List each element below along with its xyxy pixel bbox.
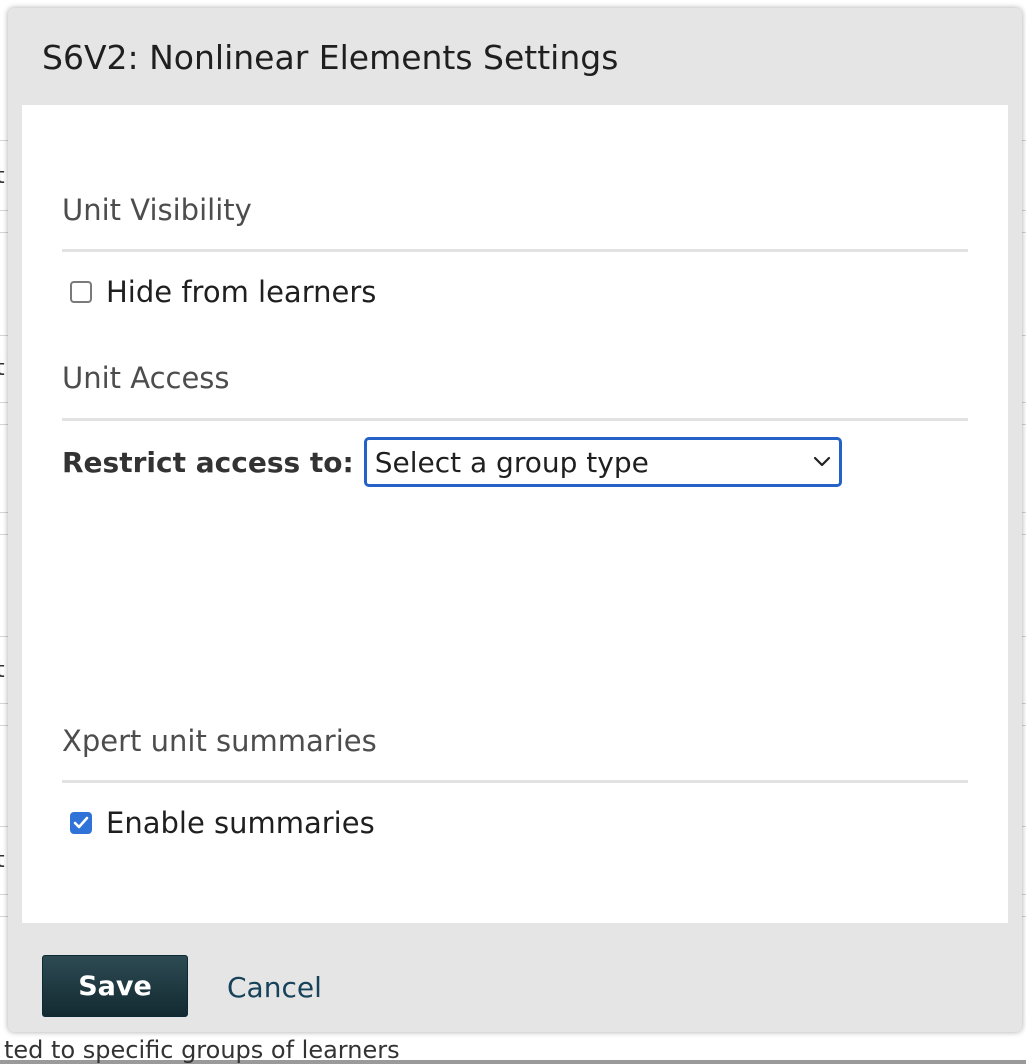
section-heading-visibility: Unit Visibility [62, 193, 252, 227]
background-row-text: t [0, 658, 5, 683]
dialog-title: S6V2: Nonlinear Elements Settings [42, 38, 619, 77]
chevron-down-icon [813, 453, 831, 472]
group-type-select-value: Select a group type [374, 445, 649, 479]
group-type-select[interactable]: Select a group type [363, 437, 842, 487]
dialog-body: Unit Visibility Hide from learners Unit … [22, 105, 1008, 923]
background-row-text: t [0, 848, 5, 873]
restrict-access-row: Restrict access to: Select a group type [62, 437, 842, 487]
section-heading-summaries: Xpert unit summaries [62, 724, 377, 758]
section-divider [62, 780, 968, 783]
hide-from-learners-label: Hide from learners [106, 275, 377, 309]
enable-summaries-checkbox[interactable] [70, 812, 92, 834]
dialog-footer: Save Cancel [8, 923, 1022, 1032]
section-divider [62, 249, 968, 252]
save-button[interactable]: Save [42, 955, 188, 1017]
hide-from-learners-checkbox[interactable] [70, 281, 92, 303]
enable-summaries-label: Enable summaries [106, 806, 375, 840]
settings-dialog: S6V2: Nonlinear Elements Settings Unit V… [8, 8, 1022, 1032]
section-heading-access: Unit Access [62, 361, 230, 395]
cancel-button[interactable]: Cancel [227, 971, 322, 1004]
checkmark-icon [73, 816, 89, 829]
enable-summaries-option[interactable]: Enable summaries [70, 806, 375, 840]
background-row-text: t [0, 356, 5, 381]
restrict-access-label: Restrict access to: [62, 445, 354, 479]
background-row-text: t [0, 164, 5, 189]
hide-from-learners-option[interactable]: Hide from learners [70, 275, 376, 309]
section-divider [62, 418, 968, 421]
